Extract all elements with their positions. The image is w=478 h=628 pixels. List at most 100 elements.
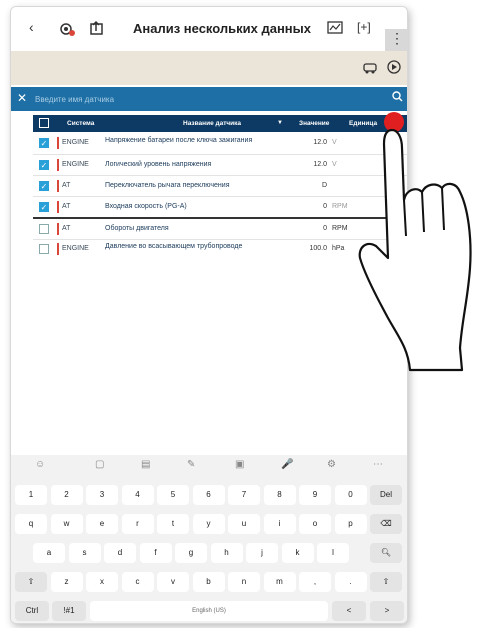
export-icon[interactable] [89,20,105,41]
key-u[interactable]: u [228,514,260,534]
column-system[interactable]: Система [67,120,94,127]
key-5[interactable]: 5 [157,485,189,505]
select-all-checkbox[interactable] [39,118,49,128]
key-6[interactable]: 6 [192,485,225,505]
key-7[interactable]: 7 [228,485,260,505]
table-row[interactable]: ✓ AT Переключатель рычага переключения D [33,177,407,195]
unit-cell: V [332,161,337,168]
key-z[interactable]: z [50,572,83,592]
key-x[interactable]: x [86,572,118,592]
key-h[interactable]: h [210,543,243,563]
search-key[interactable]: 🔍︎ [370,543,402,563]
space-key[interactable]: English (US) [90,601,328,621]
emoji-icon[interactable]: ☺ [35,459,45,470]
system-cell: AT [62,182,71,189]
search-bar: ✕ [11,87,407,111]
key-v[interactable]: v [157,572,189,592]
sort-arrow-icon[interactable]: ▼ [277,120,283,126]
sensor-name-cell: Обороты двигателя [105,225,169,232]
table-row[interactable]: ENGINE Давление во всасывающем трубопров… [33,240,407,258]
key-l[interactable]: l [317,543,349,563]
unit-cell: RPM [332,203,348,210]
key-e[interactable]: e [86,514,118,534]
graph-mode-icon[interactable] [327,20,345,41]
row-checkbox[interactable]: ✓ [39,202,49,212]
value-cell: 12.0 [313,139,327,146]
vehicle-settings-icon[interactable] [59,20,77,43]
settings-icon[interactable]: ⚙ [327,459,336,470]
key-y[interactable]: y [192,514,225,534]
delete-key[interactable]: Del [370,485,402,505]
symbols-key[interactable]: !#1 [52,601,86,621]
key-3[interactable]: 3 [86,485,118,505]
more-icon[interactable]: ⋯ [373,459,383,470]
tablet-screen: ‹ Анализ нескольких данных [+] ⋮ ✕ Сис [10,6,408,624]
back-chevron-icon[interactable]: ‹ [29,19,34,35]
vehicle-icon[interactable] [363,60,379,77]
key-i[interactable]: i [263,514,296,534]
column-value[interactable]: Значение [299,120,329,127]
cursor-right-key[interactable]: > [370,601,404,621]
table-row[interactable]: ✓ ENGINE Напряжение батареи после ключа … [33,134,407,152]
key-comma[interactable]: , [299,572,331,592]
value-cell: 0 [323,203,327,210]
ctrl-key[interactable]: Ctrl [15,601,49,621]
microphone-icon[interactable]: 🎤 [281,459,293,470]
clipboard-icon[interactable]: ▤ [141,459,150,470]
column-sensor-name[interactable]: Название датчика [183,120,241,127]
system-marker [57,201,59,213]
key-p[interactable]: p [334,514,367,534]
row-checkbox[interactable]: ✓ [39,181,49,191]
row-checkbox[interactable] [39,224,49,234]
key-1[interactable]: 1 [15,485,47,505]
row-checkbox[interactable]: ✓ [39,160,49,170]
key-t[interactable]: t [157,514,189,534]
key-w[interactable]: w [50,514,83,534]
key-q[interactable]: q [15,514,47,534]
key-r[interactable]: r [121,514,154,534]
row-checkbox[interactable] [39,244,49,254]
key-4[interactable]: 4 [121,485,154,505]
value-cell: 12.0 [313,161,327,168]
key-g[interactable]: g [175,543,207,563]
expand-icon[interactable]: [+] [357,20,371,34]
cursor-left-key[interactable]: < [332,601,366,621]
key-n[interactable]: n [228,572,260,592]
search-icon[interactable] [392,91,403,105]
row-checkbox[interactable]: ✓ [39,138,49,148]
key-s[interactable]: s [68,543,101,563]
keyboard-toolbar: ☺ ▢ ▤ ✎ ▣ 🎤 ⚙ ⋯ [11,455,407,475]
key-o[interactable]: o [299,514,331,534]
key-2[interactable]: 2 [50,485,83,505]
key-f[interactable]: f [139,543,172,563]
handwriting-icon[interactable]: ✎ [187,459,195,470]
record-icon[interactable] [387,60,401,77]
menu-button[interactable]: ⋮ [385,29,407,51]
key-k[interactable]: k [281,543,314,563]
shift-key-right[interactable]: ⇧ [370,572,402,592]
key-period[interactable]: . [334,572,367,592]
system-cell: AT [62,203,71,210]
on-screen-keyboard: ☺ ▢ ▤ ✎ ▣ 🎤 ⚙ ⋯ 1 2 3 4 5 6 7 8 9 0 Del q w e r t y u i o p ⌫… [11,455,407,623]
backspace-key[interactable]: ⌫ [370,514,402,534]
gif-icon[interactable]: ▣ [235,459,244,470]
close-icon[interactable]: ✕ [17,91,27,105]
sensor-search-input[interactable] [35,90,375,108]
key-m[interactable]: m [263,572,296,592]
key-a[interactable]: a [33,543,65,563]
system-cell: ENGINE [62,161,89,168]
key-0[interactable]: 0 [334,485,367,505]
key-j[interactable]: j [246,543,278,563]
table-row[interactable]: AT Обороты двигателя 0 RPM [33,220,407,238]
key-9[interactable]: 9 [299,485,331,505]
table-row[interactable]: ✓ ENGINE Логический уровень напряжения 1… [33,156,407,174]
key-b[interactable]: b [192,572,225,592]
system-cell: ENGINE [62,245,89,252]
key-8[interactable]: 8 [263,485,296,505]
shift-key-left[interactable]: ⇧ [15,572,47,592]
system-cell: AT [62,225,71,232]
sticker-icon[interactable]: ▢ [95,459,104,470]
key-c[interactable]: c [121,572,154,592]
key-d[interactable]: d [104,543,136,563]
table-row[interactable]: ✓ AT Входная скорость (PG-A) 0 RPM [33,198,407,216]
